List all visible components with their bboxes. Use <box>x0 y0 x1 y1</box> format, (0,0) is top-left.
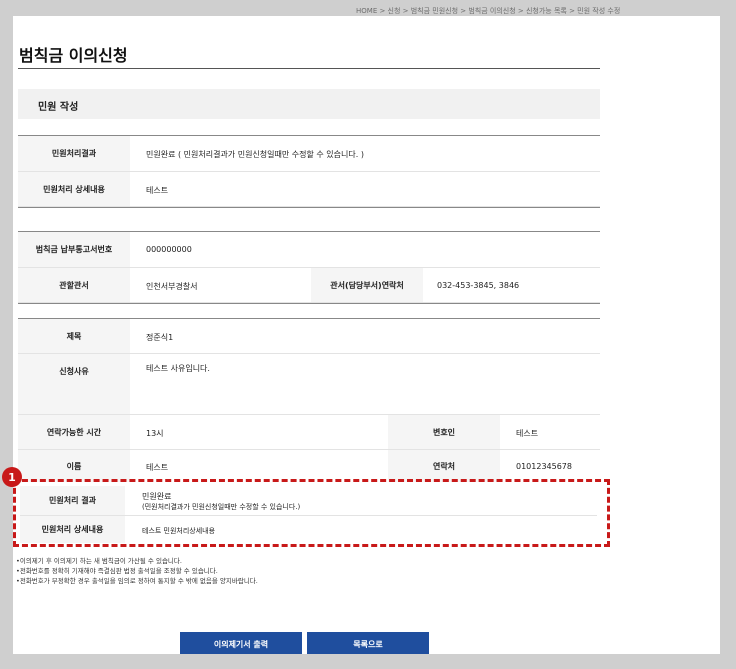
notice-list: •이의제기 후 이의제기 하는 새 범칙금이 가산될 수 있습니다. •전화번호… <box>16 556 258 586</box>
subject-value: 정준식1 <box>146 333 174 342</box>
step-number-badge: 1 <box>2 467 22 487</box>
notice-item: •전화번호가 부정확한 경우 출석일을 임의로 정하여 통지할 수 밖에 없음을… <box>16 577 258 585</box>
lawyer-label: 변호인 <box>388 415 500 449</box>
office-value: 인천서부경찰서 <box>146 282 198 291</box>
table-row: 연락가능한 시간 13시 변호인 테스트 <box>18 415 600 450</box>
table-row: 이름 테스트 연락처 01012345678 <box>18 450 600 482</box>
bottom-shade <box>0 654 736 669</box>
table-row: 제목 정준식1 <box>18 319 600 354</box>
table-row: 민원처리 결과 민원완료 (민원처리결과가 민원신청일때만 수정할 수 있습니다… <box>20 486 597 516</box>
notice-number-label: 범칙금 납부통고서번호 <box>18 232 130 267</box>
notice-number-value: 000000000 <box>146 245 192 254</box>
highlight-result-label: 민원처리 결과 <box>20 486 125 515</box>
detail-label: 민원처리 상세내용 <box>18 172 130 206</box>
table-row: 범칙금 납부통고서번호 000000000 <box>18 232 600 268</box>
divider <box>18 303 600 304</box>
highlight-result-line2: (민원처리결과가 민원신청일때만 수정할 수 있습니다.) <box>142 503 301 511</box>
reason-value: 테스트 사유입니다. <box>146 364 210 373</box>
highlight-detail-value: 테스트 민원처리상세내용 <box>142 527 216 535</box>
result-label: 민원처리결과 <box>18 136 130 171</box>
table-row: 민원처리결과 민원완료 ( 민원처리결과가 민원신청일때만 수정할 수 있습니다… <box>18 136 600 172</box>
section-header: 민원 작성 <box>18 89 600 119</box>
page-title: 범칙금 이의신청 <box>19 46 128 65</box>
table-row: 신청사유 테스트 사유입니다. <box>18 354 600 415</box>
highlight-result-line1: 민원완료 <box>142 492 172 501</box>
subject-label: 제목 <box>18 319 130 353</box>
highlight-detail-label: 민원처리 상세내용 <box>20 516 125 543</box>
notice-item: •이의제기 후 이의제기 하는 새 범칙금이 가산될 수 있습니다. <box>16 557 182 565</box>
phone-value: 01012345678 <box>516 462 572 471</box>
section-title: 민원 작성 <box>38 102 79 113</box>
divider <box>18 207 600 208</box>
contact-label: 관서(담당부서)연락처 <box>311 268 423 302</box>
time-label: 연락가능한 시간 <box>18 415 130 449</box>
lawyer-value: 테스트 <box>516 429 539 438</box>
office-label: 관할관서 <box>18 268 130 302</box>
table-row: 관할관서 인천서부경찰서 관서(담당부서)연락처 032-453-3845, 3… <box>18 268 600 303</box>
title-divider <box>18 68 600 69</box>
table-row: 민원처리 상세내용 테스트 민원처리상세내용 <box>20 516 597 543</box>
name-value: 테스트 <box>146 463 169 472</box>
result-value: 민원완료 ( 민원처리결과가 민원신청일때만 수정할 수 있습니다. ) <box>146 150 364 159</box>
name-label: 이름 <box>18 450 130 482</box>
notice-item: •전화번호를 정확히 기재해야 즉결심판 법정 출석일을 조정할 수 있습니다. <box>16 567 218 575</box>
breadcrumb: HOME > 신청 > 범칙금 민원신청 > 범칙금 이의신청 > 신청가능 목… <box>356 7 621 15</box>
phone-label: 연락처 <box>388 450 500 482</box>
time-value: 13시 <box>146 429 164 438</box>
reason-label: 신청사유 <box>18 354 130 414</box>
table-row: 민원처리 상세내용 테스트 <box>18 172 600 207</box>
highlight-box: 민원처리 결과 민원완료 (민원처리결과가 민원신청일때만 수정할 수 있습니다… <box>13 479 610 547</box>
detail-value: 테스트 <box>146 186 169 195</box>
contact-value: 032-453-3845, 3846 <box>437 281 520 290</box>
